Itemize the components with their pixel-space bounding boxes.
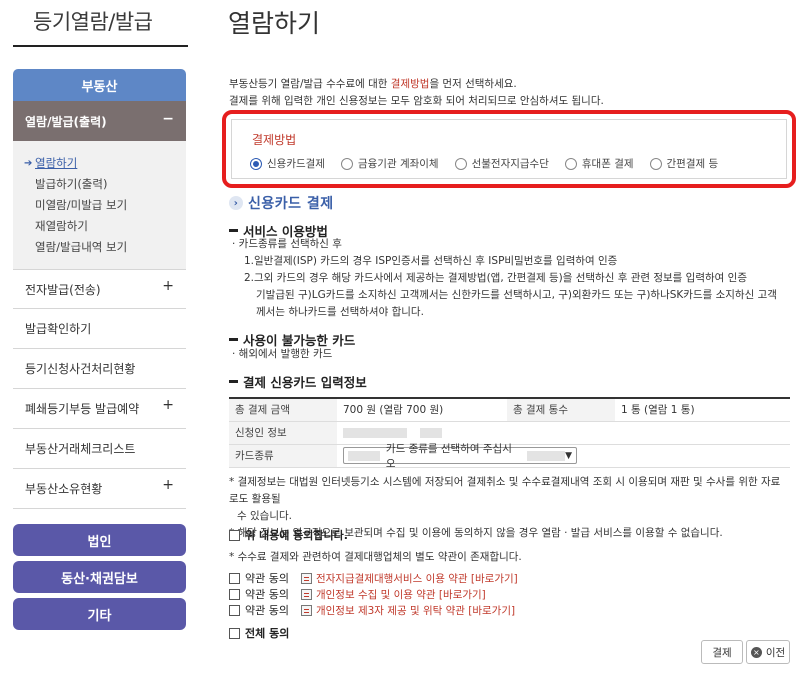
- total-count-value: 1 통 (열람 1 통): [615, 398, 790, 422]
- payment-option-prepaid[interactable]: 선불전자지급수단: [454, 156, 549, 171]
- card-type-cell: 카드 종류를 선택하여 주십시오 ▼: [337, 443, 790, 470]
- masked-text: [527, 450, 566, 461]
- radio-button[interactable]: [649, 157, 662, 170]
- terms-note: * 수수료 결제와 관련하여 결제대행업체의 별도 약관이 존재합니다.: [229, 551, 522, 563]
- expand-icon[interactable]: +: [162, 477, 174, 493]
- close-icon: ×: [750, 646, 762, 658]
- submenu-item-view[interactable]: ➔ 열람하기: [13, 153, 186, 174]
- chevron-right-icon: ›: [229, 196, 243, 210]
- sidebar-item-ownership[interactable]: 부동산소유현황 +: [13, 469, 186, 509]
- radio-button[interactable]: [340, 157, 353, 170]
- card-type-label: 카드종류: [229, 444, 337, 468]
- total-amount-value: 700 원 (열람 700 원): [337, 398, 507, 422]
- payment-option-mobile[interactable]: 휴대폰 결제: [564, 156, 634, 171]
- submenu-item-review[interactable]: 재열람하기: [13, 216, 186, 237]
- radio-button[interactable]: [564, 157, 577, 170]
- category-corp-button[interactable]: 법인: [13, 524, 186, 556]
- sidebar-item-checklist[interactable]: 부동산거래체크리스트: [13, 429, 186, 469]
- arrow-right-icon: ➔: [24, 158, 33, 169]
- payment-info-table: 총 결제 금액 700 원 (열람 700 원) 총 결제 통수 1 통 (열람…: [229, 397, 790, 470]
- payment-options: 신용카드결제 금융기관 계좌이체 선불전자지급수단 휴대폰 결제 간편결제 등: [250, 156, 734, 171]
- total-amount-label: 총 결제 금액: [229, 398, 337, 422]
- applicant-label: 신청인 정보: [229, 421, 337, 445]
- sidebar-title: 등기열람/발급: [33, 10, 153, 34]
- intro-text: 부동산등기 열람/발급 수수료에 대한 결제방법을 먼저 선택하세요. 결제를 …: [229, 78, 604, 107]
- sidebar-item-closed-registry[interactable]: 폐쇄등기부등 발급예약 +: [13, 389, 186, 429]
- sidebar-title-divider: [13, 43, 188, 47]
- service-step-2-note: 기발급된 구)LG카드를 소지하신 고객께서는 신한카드를 선택하시고, 구)외…: [256, 289, 777, 301]
- masked-text: [348, 450, 380, 461]
- service-step-2-note-cont: 께서는 하나카드를 선택하셔야 합니다.: [256, 306, 424, 318]
- payment-option-bank-transfer[interactable]: 금융기관 계좌이체: [340, 156, 439, 171]
- agree-checkbox[interactable]: [229, 529, 240, 541]
- expand-icon[interactable]: +: [162, 278, 174, 294]
- terms-row: 약관 동의 개인정보 수집 및 이용 약관 [바로가기]: [229, 586, 486, 602]
- radio-button[interactable]: [250, 157, 262, 170]
- service-intro: · 카드종류를 선택하신 후: [232, 238, 342, 250]
- terms-link[interactable]: 개인정보 제3자 제공 및 위탁 약관 [바로가기]: [316, 603, 515, 618]
- payment-option-credit-card[interactable]: 신용카드결제: [250, 156, 325, 171]
- all-agree-checkbox[interactable]: [229, 627, 240, 639]
- payment-option-easy-pay[interactable]: 간편결제 등: [649, 156, 718, 171]
- pay-button[interactable]: 결제: [701, 640, 743, 664]
- payment-method-panel: 결제방법 신용카드결제 금융기관 계좌이체 선불전자지급수단 휴대폰 결제 간편…: [231, 119, 787, 179]
- collapse-icon[interactable]: −: [162, 111, 174, 127]
- terms-checkbox[interactable]: [229, 604, 240, 616]
- heading-bullet-icon: [229, 380, 238, 383]
- submenu-item-unviewed[interactable]: 미열람/미발급 보기: [13, 195, 186, 216]
- terms-row: 약관 동의 개인정보 제3자 제공 및 위탁 약관 [바로가기]: [229, 602, 515, 618]
- category-realestate-button[interactable]: 부동산: [13, 69, 186, 101]
- terms-link[interactable]: 개인정보 수집 및 이용 약관 [바로가기]: [316, 587, 486, 602]
- submenu-item-issue[interactable]: 발급하기(출력): [13, 174, 186, 195]
- table-row: 총 결제 금액 700 원 (열람 700 원) 총 결제 통수 1 통 (열람…: [229, 398, 790, 422]
- sidebar-item-verify[interactable]: 발급확인하기: [13, 309, 186, 349]
- table-row: 카드종류 카드 종류를 선택하여 주십시오 ▼: [229, 443, 790, 470]
- sidebar-item-label: 열람/발급(출력): [25, 114, 107, 129]
- masked-text: [420, 427, 443, 438]
- terms-row: 약관 동의 전자지급결제대행서비스 이용 약관 [바로가기]: [229, 570, 518, 586]
- card-info-heading: 결제 신용카드 입력정보: [229, 372, 367, 391]
- category-etc-button[interactable]: 기타: [13, 598, 186, 630]
- terms-checkbox[interactable]: [229, 572, 240, 584]
- all-agree-row[interactable]: 전체 동의: [229, 625, 289, 641]
- expand-icon[interactable]: +: [162, 397, 174, 413]
- sidebar-item-status[interactable]: 등기신청사건처리현황: [13, 349, 186, 389]
- service-step-2: 2.그외 카드의 경우 해당 카드사에서 제공하는 결제방법(앱, 간편결제 등…: [244, 272, 747, 284]
- unavailable-card-text: · 해외에서 발행한 카드: [232, 348, 333, 360]
- chevron-down-icon: ▼: [565, 450, 572, 461]
- heading-bullet-icon: [229, 338, 238, 341]
- terms-link[interactable]: 전자지급결제대행서비스 이용 약관 [바로가기]: [316, 571, 518, 586]
- page-title: 열람하기: [228, 9, 321, 38]
- card-type-select[interactable]: 카드 종류를 선택하여 주십시오 ▼: [343, 443, 577, 470]
- document-icon: [300, 604, 312, 616]
- category-movable-button[interactable]: 동산·채권담보: [13, 561, 186, 593]
- submenu: ➔ 열람하기 발급하기(출력) 미열람/미발급 보기 재열람하기 열람/발급내역…: [13, 141, 186, 269]
- sidebar-item-view-issue[interactable]: 열람/발급(출력) −: [13, 101, 186, 141]
- heading-bullet-icon: [229, 229, 238, 232]
- credit-card-section-title: › 신용카드 결제: [229, 193, 334, 213]
- sidebar-item-e-issue[interactable]: 전자발급(전송) +: [13, 269, 186, 309]
- prev-button[interactable]: × 이전: [746, 640, 790, 664]
- document-icon: [300, 588, 312, 600]
- agree-checkbox-row[interactable]: 위 내용에 동의합니다.: [229, 527, 348, 543]
- payment-method-title: 결제방법: [252, 133, 297, 147]
- service-step-1: 1.일반결제(ISP) 카드의 경우 ISP인증서를 선택하신 후 ISP비밀번…: [244, 255, 618, 267]
- total-count-label: 총 결제 통수: [507, 398, 615, 422]
- terms-checkbox[interactable]: [229, 588, 240, 600]
- submenu-item-history[interactable]: 열람/발급내역 보기: [13, 237, 186, 258]
- radio-button[interactable]: [454, 157, 467, 170]
- payment-method-box: 결제방법 신용카드결제 금융기관 계좌이체 선불전자지급수단 휴대폰 결제 간편…: [222, 110, 796, 188]
- masked-text: [343, 427, 407, 438]
- sidebar: 등기열람/발급 부동산 열람/발급(출력) − ➔ 열람하기 발급하기(출력) …: [0, 0, 200, 683]
- document-icon: [300, 572, 312, 584]
